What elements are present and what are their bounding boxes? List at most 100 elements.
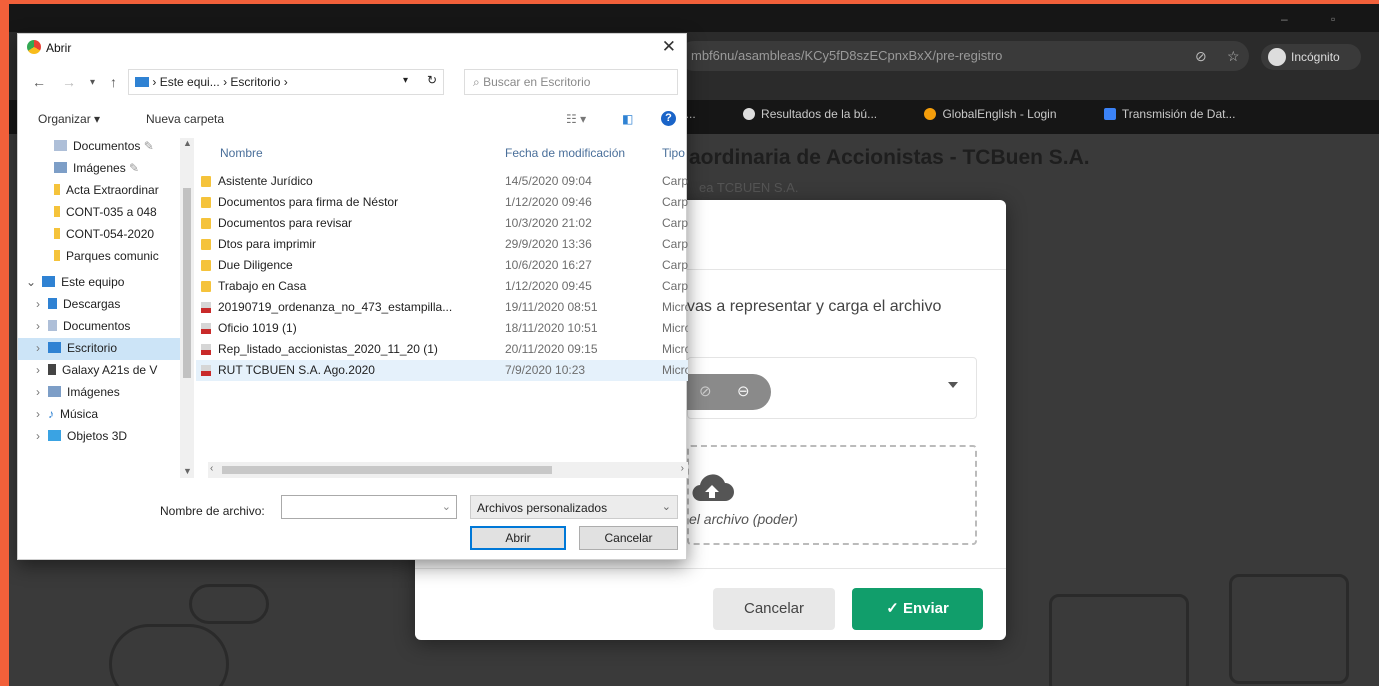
scroll-right-icon[interactable]: › — [681, 463, 684, 474]
file-row[interactable]: Dtos para imprimir29/9/2020 13:36Carpe — [196, 234, 688, 255]
navigation-pane: Documentos ✎ Imágenes ✎ Acta Extraordina… — [18, 136, 194, 478]
file-row-selected[interactable]: RUT TCBUEN S.A. Ago.2020 7/9/2020 10:23 Mi… — [196, 360, 688, 381]
mute-icon[interactable]: ⊘ — [699, 382, 712, 400]
incognito-label: Incógnito — [1291, 50, 1340, 64]
chevron-down-icon[interactable]: ▾ — [403, 75, 408, 86]
modal-instruction: vas a representar y carga el archivo — [687, 298, 942, 315]
forward-arrow-icon[interactable]: → — [62, 74, 76, 90]
folder-icon — [201, 260, 211, 271]
tracking-off-icon[interactable]: ⊘ — [1195, 48, 1207, 65]
dialog-cancel-button[interactable]: Cancelar — [579, 526, 678, 550]
nav-item[interactable]: Imágenes ✎ — [18, 158, 194, 180]
file-icon — [1103, 108, 1116, 120]
chevron-down-icon[interactable]: ⌄ — [442, 500, 451, 513]
file-row[interactable]: Due Diligence10/6/2020 16:27Carpe — [196, 255, 688, 276]
search-icon: ⌕ — [473, 75, 484, 89]
organize-menu[interactable]: Organizar ▾ — [38, 112, 100, 126]
breadcrumb-item[interactable]: Escritorio — [230, 75, 280, 89]
folder-icon — [54, 206, 60, 217]
nav-item-escritorio[interactable]: › Escritorio — [18, 338, 194, 360]
file-row[interactable]: Documentos para firma de Néstor 1/12/2020… — [196, 192, 688, 213]
help-icon[interactable]: ? — [661, 111, 676, 126]
nav-item[interactable]: › Descargas — [18, 294, 194, 316]
nav-item[interactable]: › Objetos 3D — [18, 426, 194, 448]
back-arrow-icon[interactable]: ← — [32, 74, 46, 90]
nav-item[interactable]: Parques comunic — [18, 246, 194, 268]
dialog-toolbar: Organizar ▾ Nueva carpeta ☷ ▾ ◧ ? — [18, 104, 688, 134]
bookmark-item[interactable]: Resultados de la bú... — [743, 107, 899, 121]
nav-item[interactable]: CONT-035 a 048 — [18, 202, 194, 224]
close-icon[interactable]: ✕ — [662, 37, 676, 57]
list-horizontal-scrollbar[interactable]: ‹ › — [208, 462, 688, 478]
recent-chevron-icon[interactable]: ▾ — [90, 77, 95, 88]
nav-item[interactable]: › ♪ Música — [18, 404, 194, 426]
scroll-up-icon[interactable]: ▲ — [183, 138, 192, 148]
nav-item[interactable]: › Galaxy A21s de V — [18, 360, 194, 382]
browser-titlebar: – ▫ — [9, 4, 1379, 32]
chrome-icon — [27, 40, 41, 54]
file-row[interactable]: 20190719_ordenanza_no_473_estampilla... 1… — [196, 297, 688, 318]
scroll-down-icon[interactable]: ▼ — [183, 466, 192, 476]
cloud-upload-icon — [692, 474, 734, 502]
pdf-file-icon — [201, 365, 211, 376]
file-row[interactable]: Oficio 1019 (1)18/11/2020 10:51Micro — [196, 318, 688, 339]
nav-item-este-equipo[interactable]: ⌄ Este equipo — [18, 272, 194, 294]
pdf-file-icon — [201, 344, 211, 355]
view-options-icon[interactable]: ☷ ▾ — [566, 112, 586, 126]
nav-item[interactable]: › Imágenes — [18, 382, 194, 404]
nav-item[interactable]: Acta Extraordinar — [18, 180, 194, 202]
bookmark-item[interactable]: Transmisión de Dat... — [1103, 107, 1258, 121]
images-icon — [54, 162, 67, 173]
scroll-thumb[interactable] — [183, 188, 191, 378]
refresh-icon[interactable]: ↻ — [427, 73, 437, 87]
divider — [415, 568, 1006, 569]
check-icon: ✓ — [886, 600, 903, 617]
column-header-date[interactable]: Fecha de modificación — [505, 146, 625, 160]
open-button[interactable]: Abrir — [470, 526, 566, 550]
incognito-badge[interactable]: Incógnito — [1261, 44, 1361, 70]
pc-icon — [135, 77, 149, 87]
maximize-icon[interactable]: ▫ — [1331, 12, 1335, 26]
file-row[interactable]: Rep_listado_accionistas_2020_11_20 (1) 20… — [196, 339, 688, 360]
expanded-chevron-icon: ⌄ — [26, 275, 37, 289]
star-icon[interactable]: ☆ — [1227, 48, 1240, 65]
open-file-dialog: Abrir ✕ ← → ▾ ↑ › Este equi... › Escrito… — [17, 33, 688, 560]
cancel-button[interactable]: Cancelar — [713, 588, 835, 630]
filetype-select[interactable]: Archivos personalizados ⌄ — [470, 495, 678, 519]
send-button[interactable]: ✓ Enviar — [852, 588, 983, 630]
nav-scrollbar[interactable]: ▲ ▼ — [180, 138, 194, 478]
address-bar[interactable]: mbf6nu/asambleas/KCy5fD8szECpnxBxX/pre-r… — [679, 41, 1249, 71]
nav-item[interactable]: Documentos ✎ — [18, 136, 194, 158]
music-icon: ♪ — [48, 407, 54, 421]
minus-circle-icon[interactable]: ⊖ — [737, 382, 750, 400]
filename-input[interactable]: ⌄ — [281, 495, 457, 519]
column-header-name[interactable]: Nombre — [220, 146, 263, 160]
nav-item[interactable]: CONT-054-2020 — [18, 224, 194, 246]
dialog-title: Abrir — [46, 41, 72, 55]
decorative-doodle — [189, 584, 269, 624]
file-row[interactable]: Documentos para revisar 10/3/2020 21:02 Ca… — [196, 213, 688, 234]
minimize-icon[interactable]: – — [1281, 12, 1288, 26]
breadcrumb-item[interactable]: Este equi... — [160, 75, 220, 89]
nav-item[interactable]: › Documentos — [18, 316, 194, 338]
search-input[interactable]: ⌕ Buscar en Escritorio — [464, 69, 678, 95]
file-row[interactable]: Asistente Jurídico14/5/2020 09:04Carpe — [196, 171, 688, 192]
folder-icon — [54, 250, 60, 261]
address-path[interactable]: › Este equi... › Escritorio › ▾ ↻ — [128, 69, 444, 95]
dropzone-label: el archivo (poder) — [689, 511, 798, 527]
up-arrow-icon[interactable]: ↑ — [110, 74, 117, 90]
file-row[interactable]: Trabajo en Casa1/12/2020 09:45Carpe — [196, 276, 688, 297]
documents-icon — [54, 140, 67, 151]
folder-icon — [201, 281, 211, 292]
folder-icon — [54, 228, 60, 239]
preview-pane-icon[interactable]: ◧ — [622, 112, 633, 126]
file-dropzone[interactable]: el archivo (poder) — [687, 445, 977, 545]
new-folder-button[interactable]: Nueva carpeta — [146, 112, 224, 126]
scroll-thumb[interactable] — [222, 466, 552, 474]
phone-icon — [48, 364, 56, 375]
documents-icon — [48, 320, 57, 331]
decorative-doodle — [1229, 574, 1349, 684]
column-header-type[interactable]: Tipo — [662, 146, 685, 160]
scroll-left-icon[interactable]: ‹ — [210, 463, 213, 474]
bookmark-item[interactable]: GlobalEnglish - Login — [924, 107, 1078, 121]
